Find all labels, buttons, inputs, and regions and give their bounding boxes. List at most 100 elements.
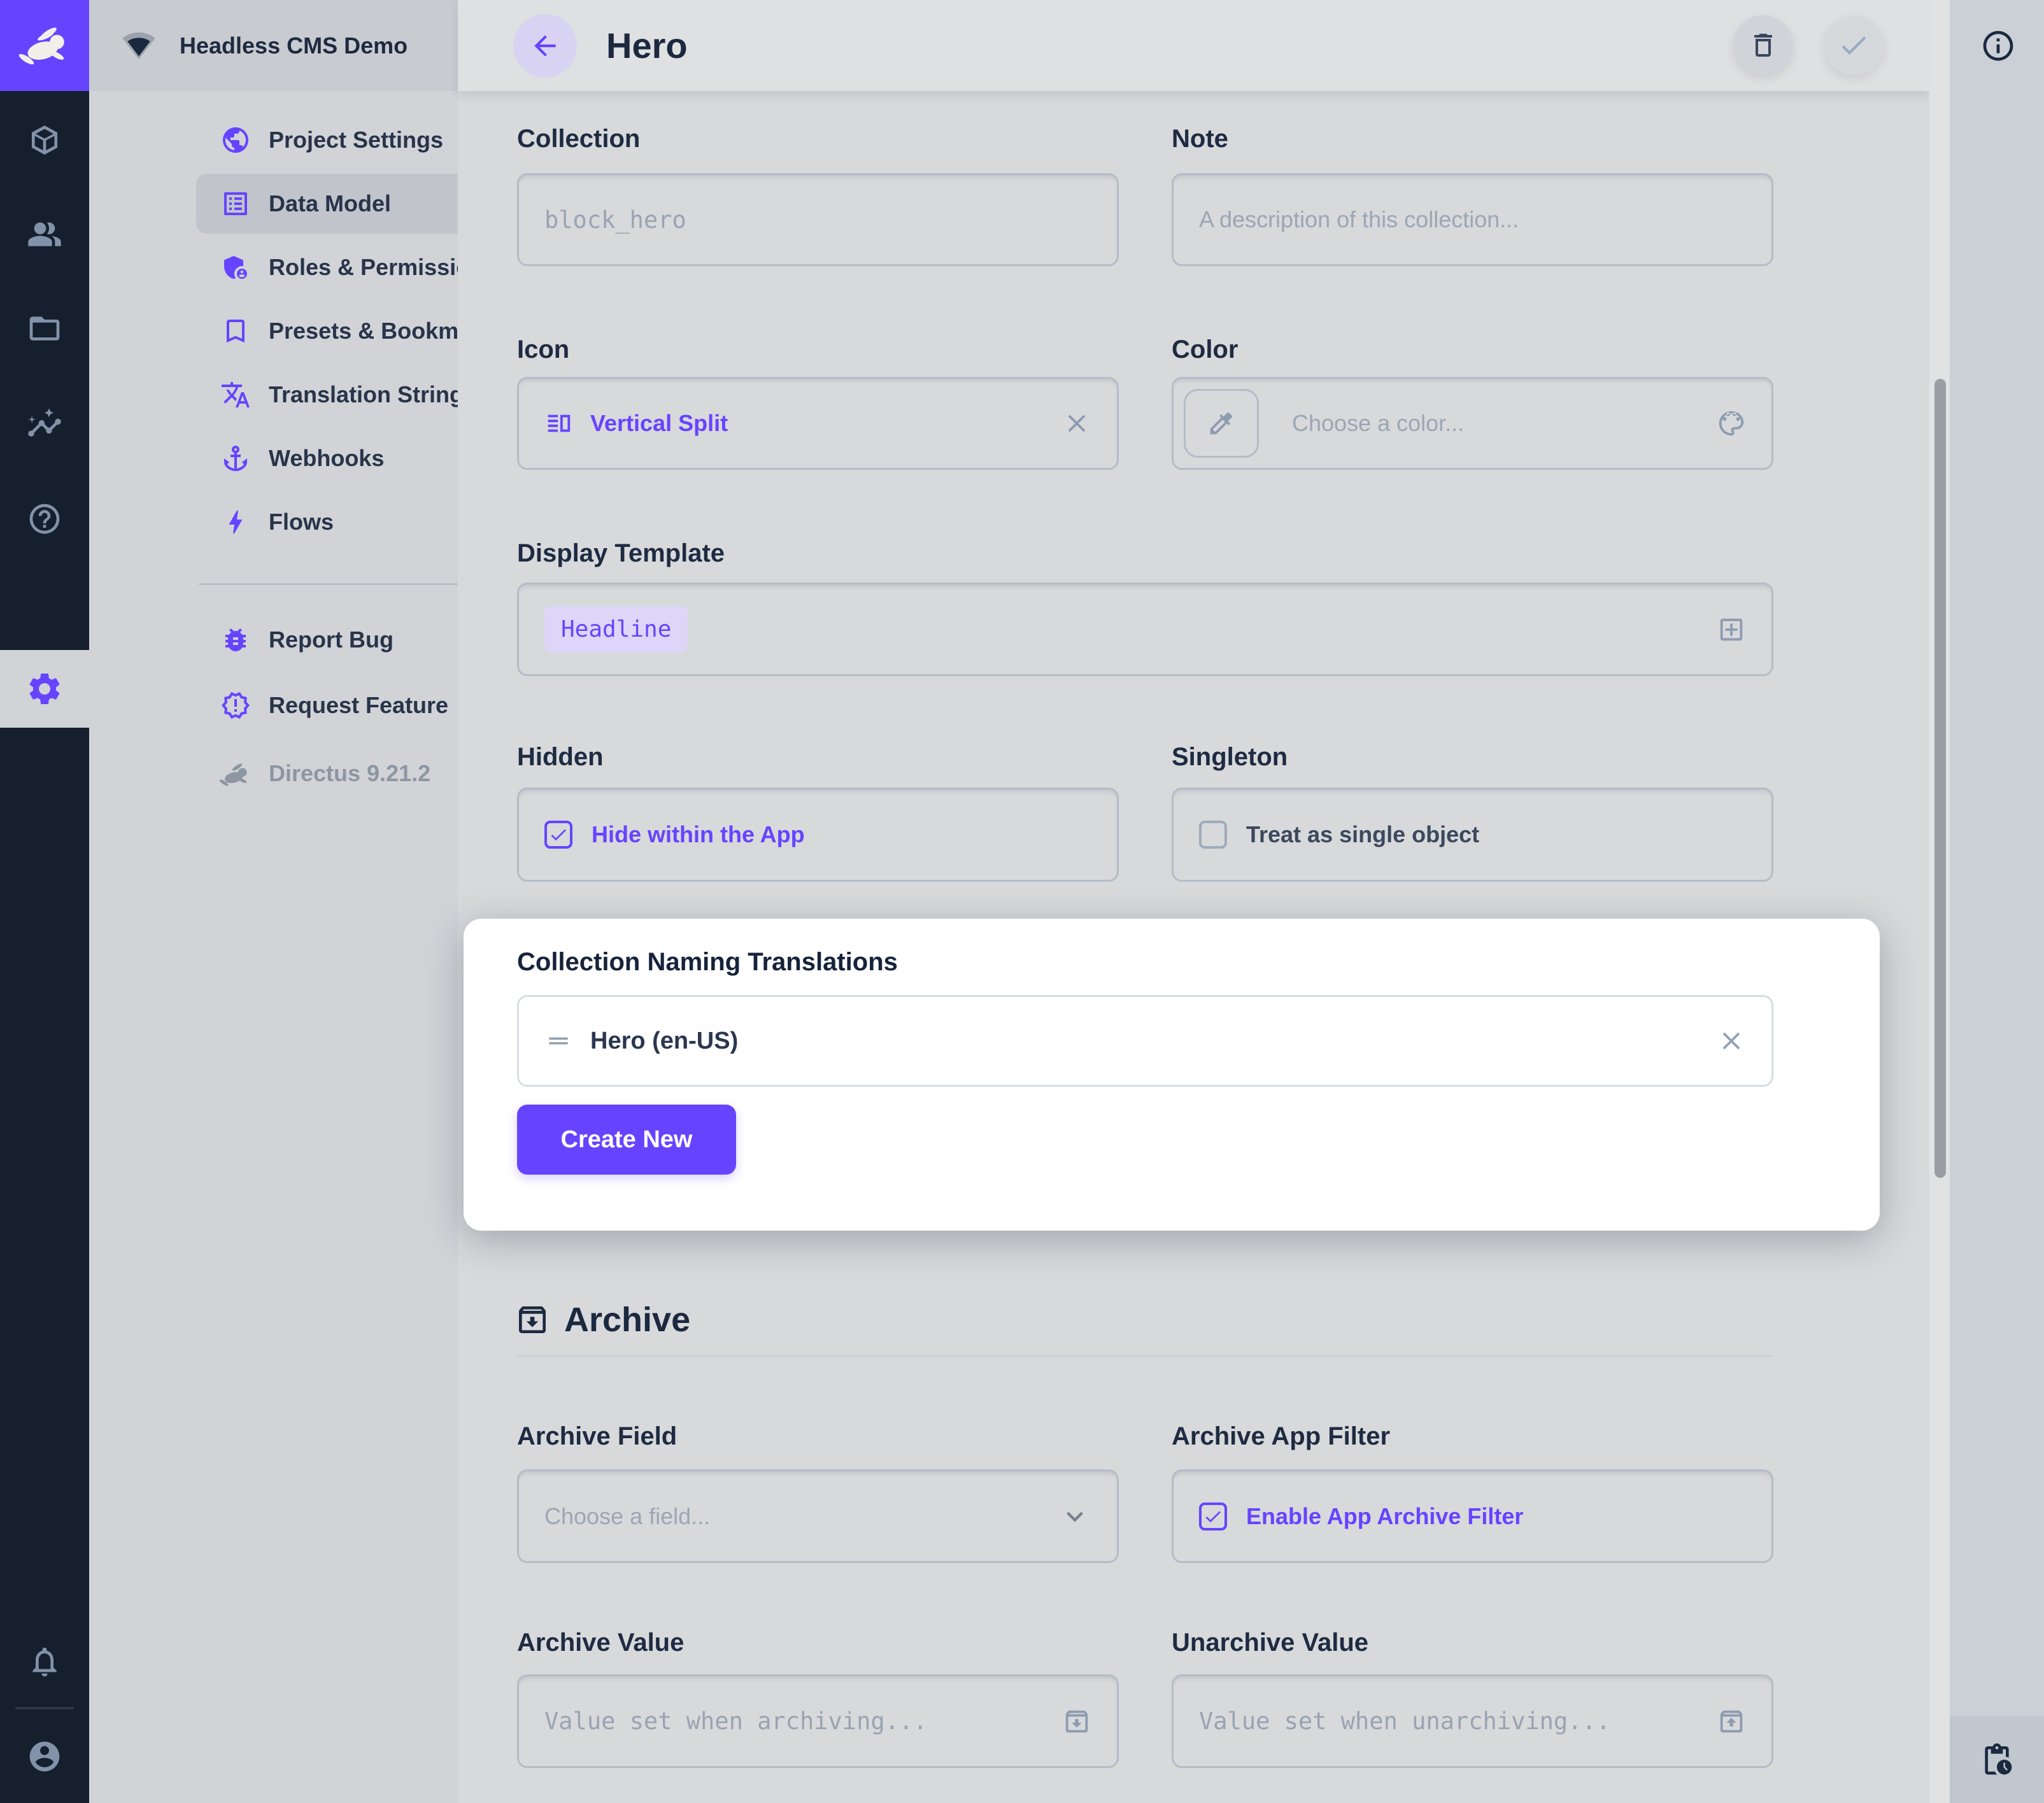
sidebar-item-flows[interactable]: Flows [89, 492, 458, 552]
signal-status-icon [121, 28, 157, 64]
unarchive-value-placeholder: Value set when unarchiving... [1199, 1708, 1610, 1735]
archive-field-label: Archive Field [517, 1422, 677, 1451]
archive-app-filter-field[interactable]: Enable App Archive Filter [1172, 1469, 1773, 1563]
bolt-icon [220, 507, 251, 537]
notifications-button[interactable] [27, 1644, 62, 1679]
arrow-left-icon [529, 30, 561, 62]
user-menu-button[interactable] [27, 1739, 62, 1774]
translation-row[interactable]: Hero (en-US) [517, 995, 1773, 1087]
add-box-icon[interactable] [1717, 615, 1746, 644]
info-sidebar-button[interactable] [1980, 28, 2016, 64]
right-sidebar [1950, 0, 2044, 1803]
collection-field[interactable]: block_hero [517, 173, 1119, 266]
display-template-label: Display Template [517, 539, 725, 568]
module-bar-divider [15, 1707, 74, 1709]
translate-icon [220, 379, 251, 410]
archive-divider [517, 1355, 1773, 1357]
sidebar-item-translation-strings[interactable]: Translation Strings [89, 365, 458, 425]
users-module-button[interactable] [27, 216, 62, 252]
singleton-label: Singleton [1172, 743, 1288, 772]
hidden-checkbox-label: Hide within the App [592, 821, 805, 848]
collection-label: Collection [517, 125, 640, 153]
people-icon [27, 216, 62, 252]
folder-icon [27, 311, 62, 346]
scrollbar-thumb[interactable] [1934, 379, 1946, 1178]
rabbit-small-icon [216, 761, 253, 786]
help-module-button[interactable] [27, 501, 62, 537]
palette-icon[interactable] [1717, 409, 1746, 438]
archive-section-heading: Archive [515, 1300, 690, 1340]
insights-module-button[interactable] [27, 407, 62, 442]
hidden-field[interactable]: Hide within the App [517, 788, 1119, 882]
trash-icon [1748, 30, 1778, 60]
unarchive-value-label: Unarchive Value [1172, 1629, 1368, 1657]
unarchive-value-field[interactable]: Value set when unarchiving... [1172, 1674, 1773, 1768]
new-releases-icon [220, 690, 251, 721]
directus-logo-button[interactable] [0, 0, 89, 91]
collection-value: block_hero [544, 206, 686, 234]
archive-app-filter-label: Archive App Filter [1172, 1422, 1390, 1451]
note-field[interactable]: A description of this collection... [1172, 173, 1773, 266]
settings-sidebar: Headless CMS Demo Project Settings Data … [89, 0, 458, 1803]
files-module-button[interactable] [27, 311, 62, 346]
archive-arrow-icon [1062, 1707, 1091, 1736]
color-placeholder: Choose a color... [1292, 410, 1464, 437]
vertical-split-icon [544, 409, 574, 438]
scrollbar-track[interactable] [1929, 0, 1950, 1803]
archive-value-field[interactable]: Value set when archiving... [517, 1674, 1119, 1768]
unarchive-arrow-icon [1717, 1707, 1746, 1736]
sidebar-item-webhooks[interactable]: Webhooks [89, 428, 458, 488]
archive-field-select[interactable]: Choose a field... [517, 1469, 1119, 1563]
box-icon [27, 122, 62, 158]
eyedropper-button[interactable] [1184, 389, 1259, 458]
content-module-button[interactable] [27, 122, 62, 158]
sidebar-item-report-bug[interactable]: Report Bug [89, 610, 458, 670]
display-template-field[interactable]: Headline [517, 583, 1773, 676]
page-title: Hero [606, 0, 688, 91]
delete-collection-button[interactable] [1733, 15, 1793, 75]
help-icon [27, 501, 62, 537]
icon-field[interactable]: Vertical Split [517, 377, 1119, 470]
archive-value-label: Archive Value [517, 1629, 684, 1657]
singleton-checkbox-label: Treat as single object [1246, 821, 1479, 848]
hidden-label: Hidden [517, 743, 604, 772]
save-button[interactable] [1824, 15, 1884, 75]
sidebar-item-project-settings[interactable]: Project Settings [89, 110, 458, 170]
project-name: Headless CMS Demo [180, 32, 408, 59]
checkbox-unchecked-icon[interactable] [1199, 821, 1227, 849]
project-header[interactable]: Headless CMS Demo [89, 0, 458, 91]
singleton-field[interactable]: Treat as single object [1172, 788, 1773, 882]
template-field-chip[interactable]: Headline [544, 606, 688, 653]
directus-collection-settings-screen: Headless CMS Demo Project Settings Data … [0, 0, 2044, 1803]
color-field[interactable]: Choose a color... [1172, 377, 1773, 470]
icon-label: Icon [517, 336, 569, 364]
archive-value-placeholder: Value set when archiving... [544, 1708, 927, 1735]
anchor-icon [220, 443, 251, 474]
sidebar-item-request-feature[interactable]: Request Feature [89, 675, 458, 735]
globe-icon [220, 125, 251, 155]
create-new-button[interactable]: Create New [517, 1105, 736, 1175]
note-label: Note [1172, 125, 1228, 153]
checkbox-checked-icon[interactable] [1199, 1502, 1227, 1531]
bell-icon [27, 1644, 62, 1679]
check-icon [1837, 29, 1870, 62]
bug-icon [220, 625, 251, 655]
insights-icon [27, 407, 62, 442]
checkbox-checked-icon[interactable] [544, 821, 572, 849]
sidebar-version: Directus 9.21.2 [89, 744, 458, 803]
shield-person-icon [220, 252, 251, 283]
translation-row-label: Hero (en-US) [590, 1028, 738, 1055]
remove-translation-icon[interactable] [1717, 1026, 1746, 1056]
account-circle-icon [27, 1739, 62, 1774]
collection-naming-translations-card: Collection Naming Translations Hero (en-… [464, 919, 1880, 1231]
clipboard-clock-icon [1979, 1742, 2015, 1778]
back-button[interactable] [513, 14, 577, 78]
app-filter-checkbox-label: Enable App Archive Filter [1246, 1503, 1523, 1530]
settings-module-button-active[interactable] [0, 650, 89, 728]
archive-icon [515, 1302, 564, 1338]
sidebar-item-roles-permissions[interactable]: Roles & Permissions [89, 237, 458, 297]
sidebar-item-presets-bookmarks[interactable]: Presets & Bookmarks [89, 301, 458, 361]
revisions-sidebar-button[interactable] [1950, 1716, 2044, 1803]
drag-handle-icon[interactable] [544, 1027, 572, 1055]
clear-icon-button[interactable] [1062, 409, 1091, 438]
